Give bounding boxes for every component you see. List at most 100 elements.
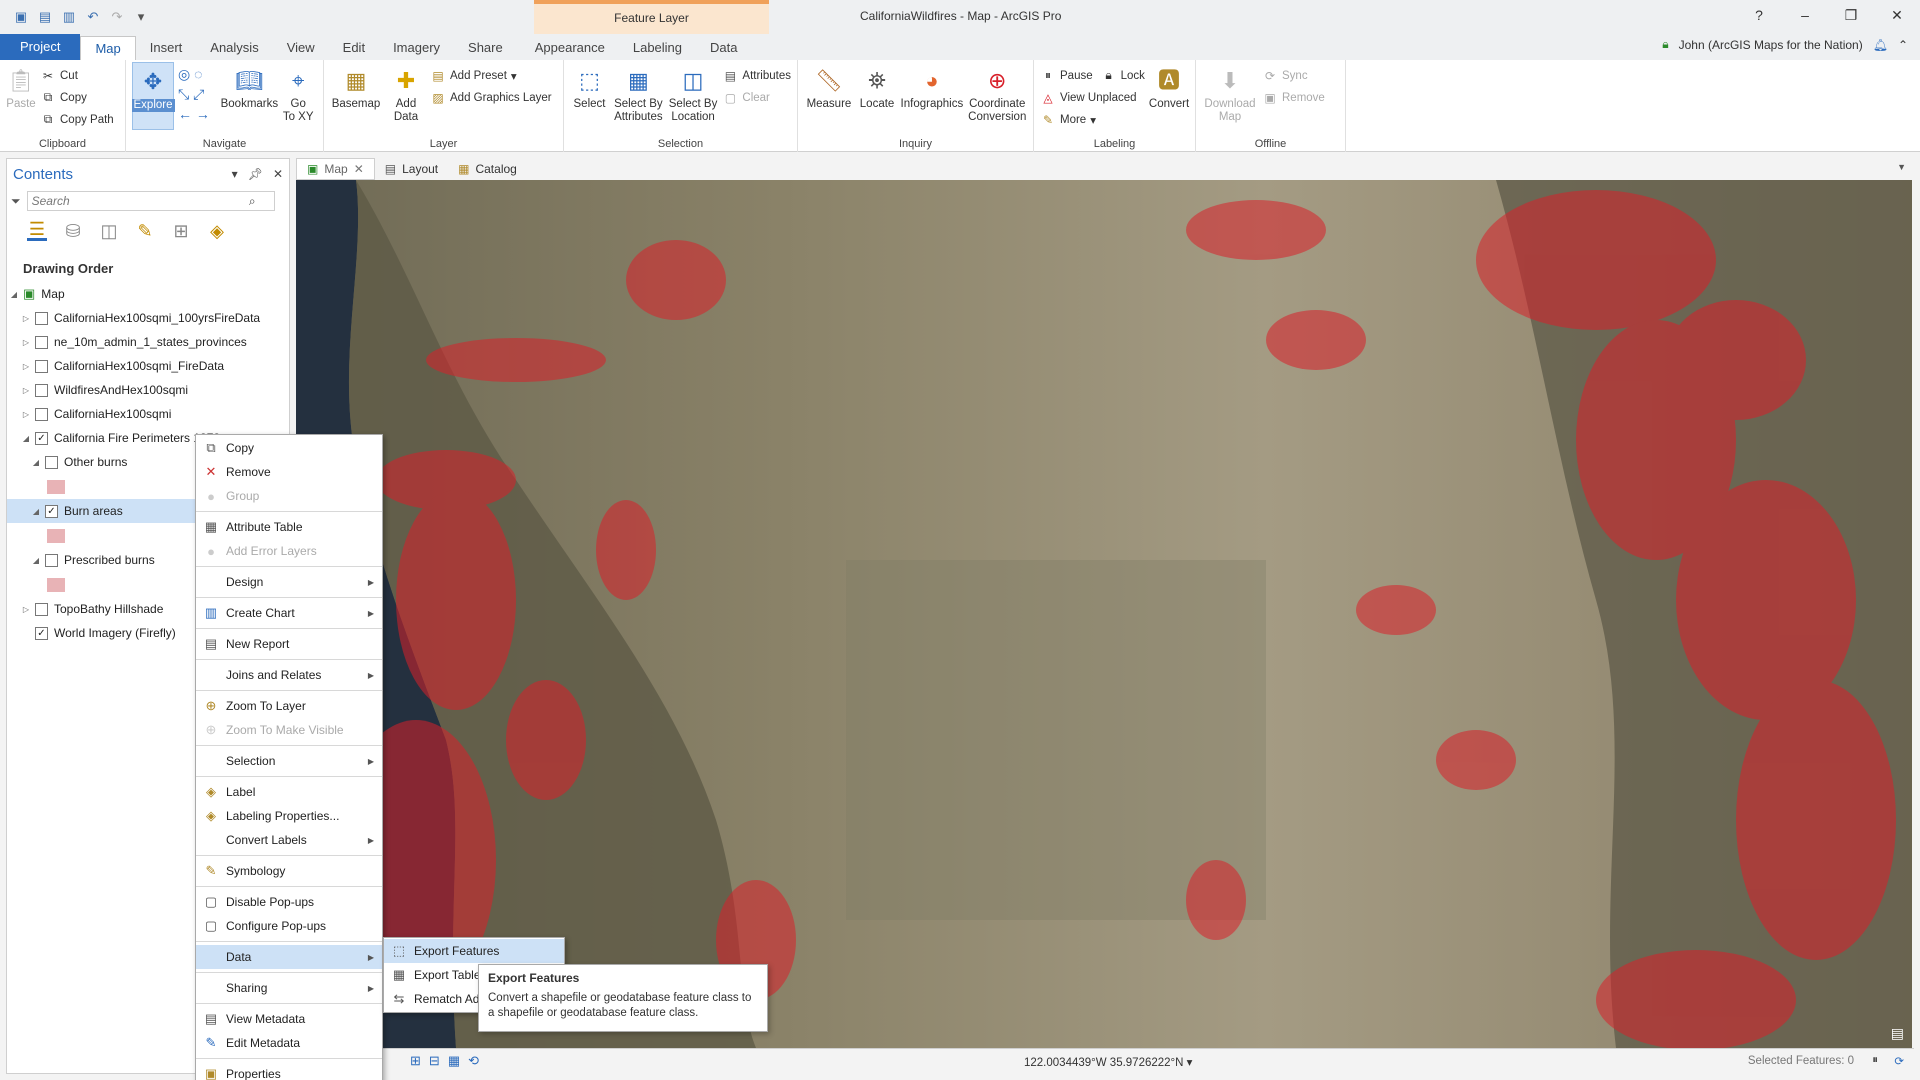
- tab-project[interactable]: Project: [0, 34, 81, 60]
- snapping-icon[interactable]: ⊞: [410, 1053, 421, 1069]
- map-view[interactable]: ▤: [296, 180, 1912, 1048]
- tab-list-dropdown-icon[interactable]: ▼: [1897, 162, 1906, 172]
- menu-remove[interactable]: ✕ Remove: [196, 460, 382, 484]
- menu-export-features[interactable]: ⬚ Export Features: [384, 939, 564, 963]
- menu-properties[interactable]: ▣ Properties: [196, 1062, 382, 1080]
- menu-zoom-to-make-visible[interactable]: ⊕ Zoom To Make Visible: [196, 718, 382, 742]
- menu-convert-labels[interactable]: Convert Labels ▶: [196, 828, 382, 852]
- sync-button[interactable]: ⟳ Sync: [1262, 66, 1325, 85]
- layer-row[interactable]: ▷ CaliforniaHex100sqmi_100yrsFireData: [7, 306, 289, 330]
- tab-appearance[interactable]: Appearance: [521, 36, 619, 60]
- filter-icon[interactable]: ⏷: [11, 194, 21, 209]
- more-button[interactable]: ✎ More ▾: [1040, 110, 1145, 129]
- collapse-icon[interactable]: ◢: [31, 556, 41, 565]
- map-notes-icon[interactable]: ▤: [1891, 1025, 1904, 1042]
- open-project-icon[interactable]: ▤: [36, 9, 54, 25]
- layer-row[interactable]: ▷ ne_10m_admin_1_states_provinces: [7, 330, 289, 354]
- sublayer-checkbox[interactable]: ✓: [45, 504, 58, 518]
- layer-checkbox[interactable]: [35, 359, 48, 373]
- sublayer-checkbox[interactable]: [45, 455, 58, 469]
- list-by-labeling-icon[interactable]: ◈: [207, 221, 227, 241]
- symbol-swatch[interactable]: [47, 528, 65, 543]
- navigator-icon[interactable]: ⟲: [468, 1053, 479, 1069]
- tab-catalog[interactable]: ▦ Catalog: [448, 158, 527, 180]
- search-icon[interactable]: ⌕: [249, 194, 256, 209]
- add-preset-button[interactable]: ▤ Add Preset ▾: [430, 66, 552, 85]
- list-by-editing-icon[interactable]: ✎: [135, 221, 155, 241]
- menu-sharing[interactable]: Sharing ▶: [196, 976, 382, 1000]
- table-icon[interactable]: ▦: [448, 1053, 460, 1069]
- tree-map-row[interactable]: ◢ ▣ Map: [7, 282, 289, 306]
- previous-next-extent-icon[interactable]: ← →: [178, 106, 219, 122]
- menu-add-error-layers[interactable]: ● Add Error Layers: [196, 539, 382, 563]
- tab-insert[interactable]: Insert: [136, 36, 197, 60]
- notification-icon[interactable]: 🔔︎: [1873, 38, 1888, 52]
- tab-edit[interactable]: Edit: [329, 36, 379, 60]
- layer-checkbox[interactable]: [35, 311, 48, 325]
- new-project-icon[interactable]: ▣: [12, 9, 30, 25]
- layer-checkbox[interactable]: [35, 602, 48, 616]
- redo-icon[interactable]: ↷: [108, 9, 126, 25]
- menu-attribute-table[interactable]: ▦ Attribute Table: [196, 515, 382, 539]
- list-by-selection-icon[interactable]: ◫: [99, 221, 119, 241]
- sublayer-checkbox[interactable]: [45, 553, 58, 567]
- full-extent-icon[interactable]: ◎ ◌: [178, 66, 219, 83]
- expand-icon[interactable]: ▷: [21, 338, 31, 347]
- cut-button[interactable]: ✂ Cut: [40, 66, 114, 85]
- menu-copy[interactable]: ⧉ Copy: [196, 436, 382, 460]
- menu-create-chart[interactable]: ▥ Create Chart ▶: [196, 601, 382, 625]
- grid-icon[interactable]: ⊟: [429, 1053, 440, 1069]
- collapse-icon[interactable]: ◢: [31, 507, 41, 516]
- close-button[interactable]: ✕: [1874, 0, 1920, 30]
- menu-symbology[interactable]: ✎ Symbology: [196, 859, 382, 883]
- restore-button[interactable]: ❐: [1828, 0, 1874, 30]
- menu-data[interactable]: Data ▶: [196, 945, 382, 969]
- minimize-button[interactable]: –: [1782, 0, 1828, 30]
- tab-analysis[interactable]: Analysis: [196, 36, 272, 60]
- expand-icon[interactable]: ▷: [21, 314, 31, 323]
- tab-data[interactable]: Data: [696, 36, 751, 60]
- menu-disable-popups[interactable]: ▢ Disable Pop-ups: [196, 890, 382, 914]
- search-input[interactable]: Search ⌕: [26, 191, 275, 211]
- expand-icon[interactable]: ▷: [21, 362, 31, 371]
- menu-new-report[interactable]: ▤ New Report: [196, 632, 382, 656]
- collapse-icon[interactable]: ◢: [21, 434, 31, 443]
- pane-close-icon[interactable]: ✕: [273, 167, 283, 181]
- layer-checkbox[interactable]: ✓: [35, 431, 48, 445]
- menu-group[interactable]: ● Group: [196, 484, 382, 508]
- layer-row[interactable]: ▷ CaliforniaHex100sqmi_FireData: [7, 354, 289, 378]
- tab-layout[interactable]: ▤ Layout: [375, 158, 448, 180]
- pause-button[interactable]: ⏸︎ Pause: [1040, 66, 1093, 85]
- menu-view-metadata[interactable]: ▤ View Metadata: [196, 1007, 382, 1031]
- user-name[interactable]: John (ArcGIS Maps for the Nation): [1679, 38, 1863, 52]
- layer-row[interactable]: ▷ CaliforniaHex100sqmi: [7, 402, 289, 426]
- layer-row[interactable]: ▷ WildfiresAndHex100sqmi: [7, 378, 289, 402]
- collapse-icon[interactable]: ◢: [9, 290, 19, 299]
- help-button[interactable]: ?: [1736, 0, 1782, 30]
- tab-view[interactable]: View: [273, 36, 329, 60]
- copy-path-button[interactable]: ⧉ Copy Path: [40, 110, 114, 129]
- expand-icon[interactable]: ▷: [21, 605, 31, 614]
- expand-icon[interactable]: ▷: [21, 386, 31, 395]
- menu-configure-popups[interactable]: ▢ Configure Pop-ups: [196, 914, 382, 938]
- pane-menu-icon[interactable]: ▾: [232, 167, 238, 181]
- copy-button[interactable]: ⧉ Copy: [40, 88, 114, 107]
- collapse-ribbon-icon[interactable]: ⌃: [1898, 38, 1908, 52]
- pause-drawing-icon[interactable]: ⏸︎: [1872, 1054, 1878, 1067]
- layer-checkbox[interactable]: [35, 383, 48, 397]
- tab-labeling[interactable]: Labeling: [619, 36, 696, 60]
- layer-checkbox[interactable]: [35, 335, 48, 349]
- layer-checkbox[interactable]: ✓: [35, 626, 48, 640]
- menu-label[interactable]: ◈ Label: [196, 780, 382, 804]
- view-unplaced-button[interactable]: ◬ View Unplaced: [1040, 88, 1145, 107]
- menu-edit-metadata[interactable]: ✎ Edit Metadata: [196, 1031, 382, 1055]
- menu-selection[interactable]: Selection ▶: [196, 749, 382, 773]
- tab-share[interactable]: Share: [454, 36, 517, 60]
- coordinate-readout[interactable]: 122.0034439°W 35.9726222°N ▾: [1024, 1055, 1192, 1069]
- symbol-swatch[interactable]: [47, 577, 65, 592]
- remove-offline-button[interactable]: ▣ Remove: [1262, 88, 1325, 107]
- customize-qat-icon[interactable]: ▾: [132, 9, 150, 25]
- tab-map-view[interactable]: ▣ Map ✕: [296, 158, 375, 180]
- undo-icon[interactable]: ↶: [84, 9, 102, 25]
- list-by-drawing-order-icon[interactable]: ☰: [27, 219, 47, 241]
